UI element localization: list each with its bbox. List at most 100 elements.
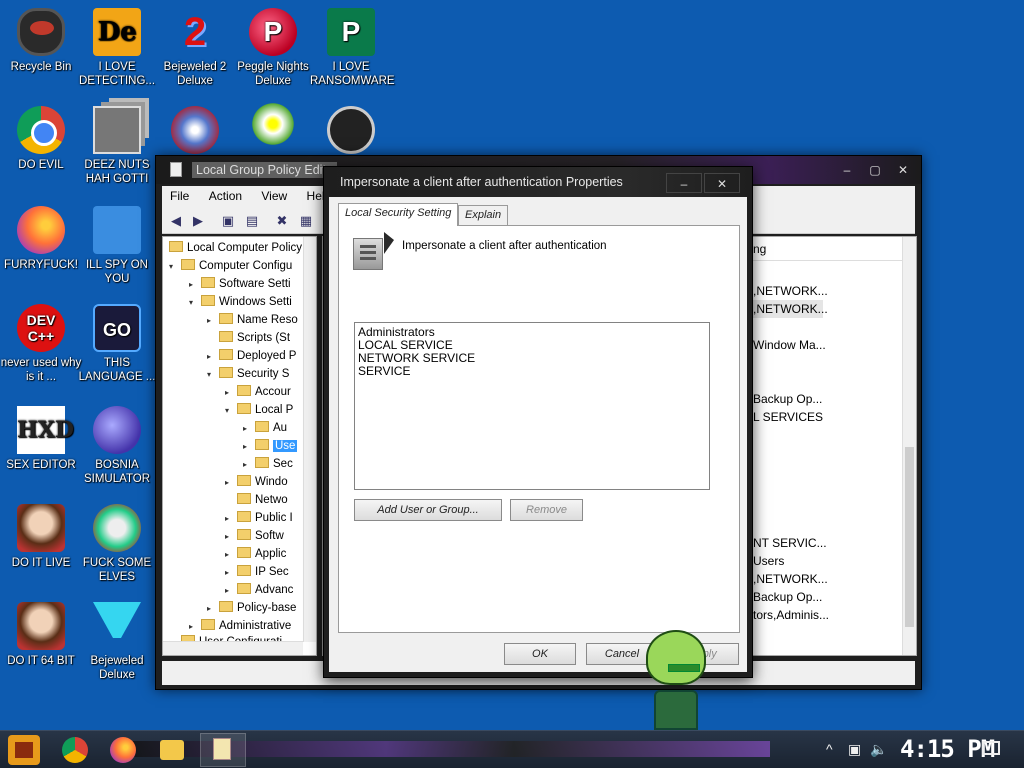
list-row[interactable]: Window Ma... bbox=[753, 336, 826, 354]
tab-explain[interactable]: Explain bbox=[458, 205, 509, 225]
desktop-icon-bejeweled[interactable]: Bejeweled Deluxe bbox=[76, 602, 158, 682]
mouse-cursor-icon bbox=[384, 232, 394, 254]
member-item[interactable]: NETWORK SERVICE bbox=[358, 352, 706, 365]
tree-node[interactable]: ▾ Security S bbox=[207, 365, 289, 383]
tray-chevron-icon[interactable]: ^ bbox=[826, 741, 833, 757]
desktop-icon-dragon[interactable] bbox=[310, 106, 392, 158]
tree-node[interactable]: ▸ Name Reso bbox=[207, 311, 298, 329]
tree-node[interactable]: ▸ IP Sec bbox=[225, 563, 289, 581]
start-button[interactable] bbox=[8, 735, 40, 765]
desktop-icon-label: DO IT LIVE bbox=[11, 557, 71, 569]
list-row[interactable]: ,NETWORK... bbox=[753, 282, 828, 300]
tree-node[interactable]: Scripts (St bbox=[207, 329, 290, 347]
script-icon bbox=[219, 331, 233, 342]
desktop-icon-portrait[interactable]: DO IT LIVE bbox=[0, 504, 82, 570]
tree-node[interactable]: ▸ Deployed P bbox=[207, 347, 296, 365]
list-row[interactable]: Users bbox=[753, 552, 784, 570]
tree-node[interactable]: ▸ Sec bbox=[243, 455, 293, 473]
desktop-icon-elf[interactable]: FUCK SOME ELVES bbox=[76, 504, 158, 584]
tree-vertical-scrollbar[interactable] bbox=[303, 237, 316, 642]
menu-action[interactable]: Action bbox=[201, 186, 250, 206]
taskbar-file-explorer-icon[interactable] bbox=[160, 740, 184, 760]
back-arrow-icon[interactable]: ◀ bbox=[166, 212, 186, 230]
dialog-close-button[interactable]: ✕ bbox=[704, 173, 740, 193]
menu-file[interactable]: File bbox=[162, 186, 197, 206]
folder-icon bbox=[237, 547, 251, 558]
tree-node[interactable]: ▸ Policy-base bbox=[207, 599, 296, 617]
list-row[interactable]: NT SERVIC... bbox=[753, 534, 827, 552]
tab-local-security-setting[interactable]: Local Security Setting bbox=[338, 203, 459, 226]
tree-node[interactable]: ▸ Accour bbox=[225, 383, 291, 401]
desktop-icon-recycle-bin[interactable]: Recycle Bin bbox=[0, 8, 82, 74]
list-row[interactable]: L SERVICES bbox=[753, 408, 823, 426]
delete-icon[interactable]: ✖ bbox=[272, 212, 292, 230]
list-row[interactable]: Backup Op... bbox=[753, 588, 822, 606]
desktop-icon-stacked[interactable]: DEEZ NUTS HAH GOTTI bbox=[76, 106, 158, 186]
publisher-icon: P bbox=[327, 8, 375, 56]
volume-icon[interactable]: 🔈 bbox=[870, 741, 887, 758]
list-row[interactable]: ,NETWORK... bbox=[753, 570, 828, 588]
tree-node[interactable]: ▾ Local P bbox=[225, 401, 293, 419]
tree-node[interactable]: ▾ Computer Configu bbox=[169, 257, 292, 275]
up-folder-icon[interactable]: ▣ bbox=[218, 212, 238, 230]
tree-node[interactable]: ▸ Windo bbox=[225, 473, 288, 491]
list-row[interactable]: tors,Adminis... bbox=[753, 606, 829, 624]
tree-node[interactable]: ▸ Au bbox=[243, 419, 287, 437]
network-icon[interactable]: ▣ bbox=[848, 741, 861, 758]
desktop-icon-peggle[interactable]: P Peggle Nights Deluxe bbox=[232, 8, 314, 88]
desktop-icon-firefox[interactable]: FURRYFUCK! bbox=[0, 206, 82, 272]
taskbar-chrome-icon[interactable] bbox=[62, 737, 88, 763]
gp-maximize-button[interactable]: ▢ bbox=[860, 160, 890, 180]
desktop-icon-hxd[interactable]: HXD SEX EDITOR bbox=[0, 406, 82, 472]
desktop-icon-minesweeper[interactable]: BOSNIA SIMULATOR bbox=[76, 406, 158, 486]
tree-horizontal-scrollbar[interactable] bbox=[163, 641, 303, 655]
mascot-body bbox=[654, 690, 698, 730]
desktop-icon-bejeweled-2[interactable]: 2 Bejeweled 2 Deluxe bbox=[154, 8, 236, 88]
scrollbar-thumb[interactable] bbox=[905, 447, 914, 627]
tree-node[interactable]: Netwo bbox=[225, 491, 288, 509]
notification-icon[interactable] bbox=[982, 741, 1000, 755]
column-header-security-setting[interactable]: ng bbox=[753, 242, 766, 256]
taskbar-firefox-icon[interactable] bbox=[110, 737, 136, 763]
tree-node[interactable]: ▸ Softw bbox=[225, 527, 284, 545]
properties-dialog[interactable]: Impersonate a client after authenticatio… bbox=[323, 166, 753, 678]
policy-name: Impersonate a client after authenticatio… bbox=[402, 240, 607, 252]
forward-arrow-icon[interactable]: ▶ bbox=[188, 212, 208, 230]
folder-icon bbox=[219, 313, 233, 324]
properties-icon[interactable]: ▦ bbox=[296, 212, 316, 230]
show-hide-tree-icon[interactable]: ▤ bbox=[242, 212, 262, 230]
list-row[interactable]: ,NETWORK... bbox=[753, 300, 828, 318]
tree-node[interactable]: ▸ Public I bbox=[225, 509, 293, 527]
desktop-icon-de-app[interactable]: De I LOVE DETECTING... bbox=[76, 8, 158, 88]
menu-view[interactable]: View bbox=[253, 186, 295, 206]
list-vertical-scrollbar[interactable] bbox=[902, 237, 916, 655]
gp-close-button[interactable]: ✕ bbox=[888, 160, 918, 180]
desktop-icon-dev-cpp[interactable]: DEV C++ never used why is it ... bbox=[0, 304, 82, 384]
tree-node-selected[interactable]: ▸ Use bbox=[243, 437, 298, 455]
dialog-minimize-button[interactable]: – bbox=[666, 173, 702, 193]
add-user-or-group-button[interactable]: Add User or Group... bbox=[354, 499, 502, 521]
desktop-icon-chrome[interactable]: DO EVIL bbox=[0, 106, 82, 172]
ok-button[interactable]: OK bbox=[504, 643, 576, 665]
tree-node[interactable]: ▸ Advanc bbox=[225, 581, 293, 599]
list-row[interactable]: Backup Op... bbox=[753, 390, 822, 408]
remove-button[interactable]: Remove bbox=[510, 499, 583, 521]
tree-node[interactable]: ▸ Software Setti bbox=[189, 275, 291, 293]
spy-icon bbox=[93, 206, 141, 254]
desktop-icon-gem[interactable] bbox=[154, 106, 236, 158]
peggle-icon: P bbox=[249, 8, 297, 56]
tree-node[interactable]: ▾ Windows Setti bbox=[189, 293, 292, 311]
desktop-icon-flower[interactable] bbox=[232, 100, 314, 152]
member-item[interactable]: SERVICE bbox=[358, 365, 706, 378]
desktop-icon-spy[interactable]: ILL SPY ON YOU bbox=[76, 206, 158, 286]
members-listbox[interactable]: Administrators LOCAL SERVICE NETWORK SER… bbox=[354, 322, 710, 490]
policy-tree-pane[interactable]: Local Computer Policy ▾ Computer Configu … bbox=[162, 236, 317, 656]
gp-minimize-button[interactable]: – bbox=[832, 160, 862, 180]
desktop-icon-go[interactable]: GO THIS LANGUAGE ... bbox=[76, 304, 158, 384]
desktop-icon-portrait-64[interactable]: DO IT 64 BIT bbox=[0, 602, 82, 668]
tree-node[interactable]: Local Computer Policy bbox=[169, 239, 302, 257]
taskbar-clock[interactable]: 4:15 PM bbox=[900, 735, 995, 763]
dialog-titlebar[interactable]: Impersonate a client after authenticatio… bbox=[324, 167, 752, 197]
tree-node[interactable]: ▸ Applic bbox=[225, 545, 286, 563]
desktop-icon-publisher[interactable]: P I LOVE RANSOMWARE bbox=[310, 8, 395, 88]
